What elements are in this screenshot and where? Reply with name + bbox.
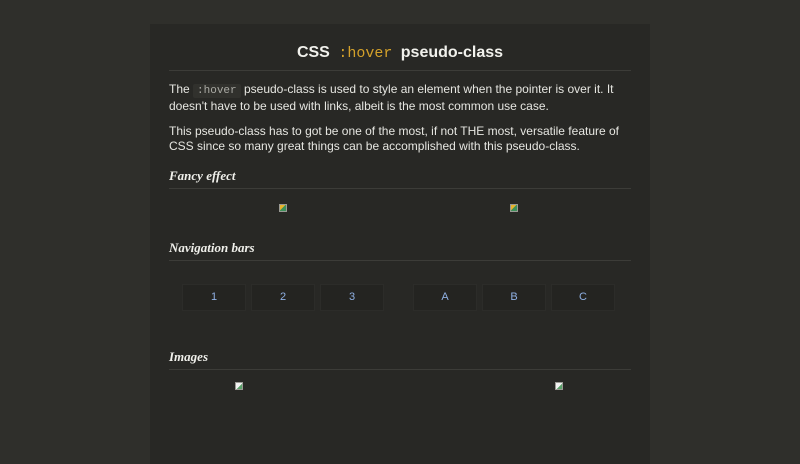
- fancy-image-1[interactable]: [279, 204, 287, 212]
- nav-link-1[interactable]: 1: [182, 284, 246, 311]
- title-suffix: pseudo-class: [400, 44, 504, 61]
- nav-link-c[interactable]: C: [551, 284, 615, 311]
- section-heading-images: Images: [169, 349, 208, 364]
- intro-p1-before: The: [169, 82, 190, 96]
- nav-link-2[interactable]: 2: [251, 284, 315, 311]
- image-1[interactable]: [235, 382, 243, 390]
- content-card: CSS :hover pseudo-class The :hover pseud…: [150, 24, 650, 464]
- section-heading-fancy: Fancy effect: [169, 168, 236, 183]
- intro-inline-code: :hover: [193, 84, 241, 98]
- nav-link-a[interactable]: A: [413, 284, 477, 311]
- intro-paragraph-2: This pseudo-class has to got be one of t…: [169, 124, 620, 153]
- fancy-effect-row: [169, 189, 631, 219]
- nav-link-b[interactable]: B: [482, 284, 546, 311]
- title-divider: [169, 70, 631, 71]
- nav-link-3[interactable]: 3: [320, 284, 384, 311]
- images-row: [169, 370, 631, 410]
- title-prefix: CSS: [296, 44, 330, 61]
- page-title: CSS :hover pseudo-class: [169, 24, 631, 70]
- section-heading-nav: Navigation bars: [169, 240, 255, 255]
- title-code: :hover: [338, 45, 393, 62]
- fancy-image-2[interactable]: [510, 204, 518, 212]
- navigation-bars-row: 1 2 3 A B C: [169, 261, 631, 327]
- image-2[interactable]: [555, 382, 563, 390]
- intro-paragraph-1: The :hover pseudo-class is used to style…: [169, 82, 631, 114]
